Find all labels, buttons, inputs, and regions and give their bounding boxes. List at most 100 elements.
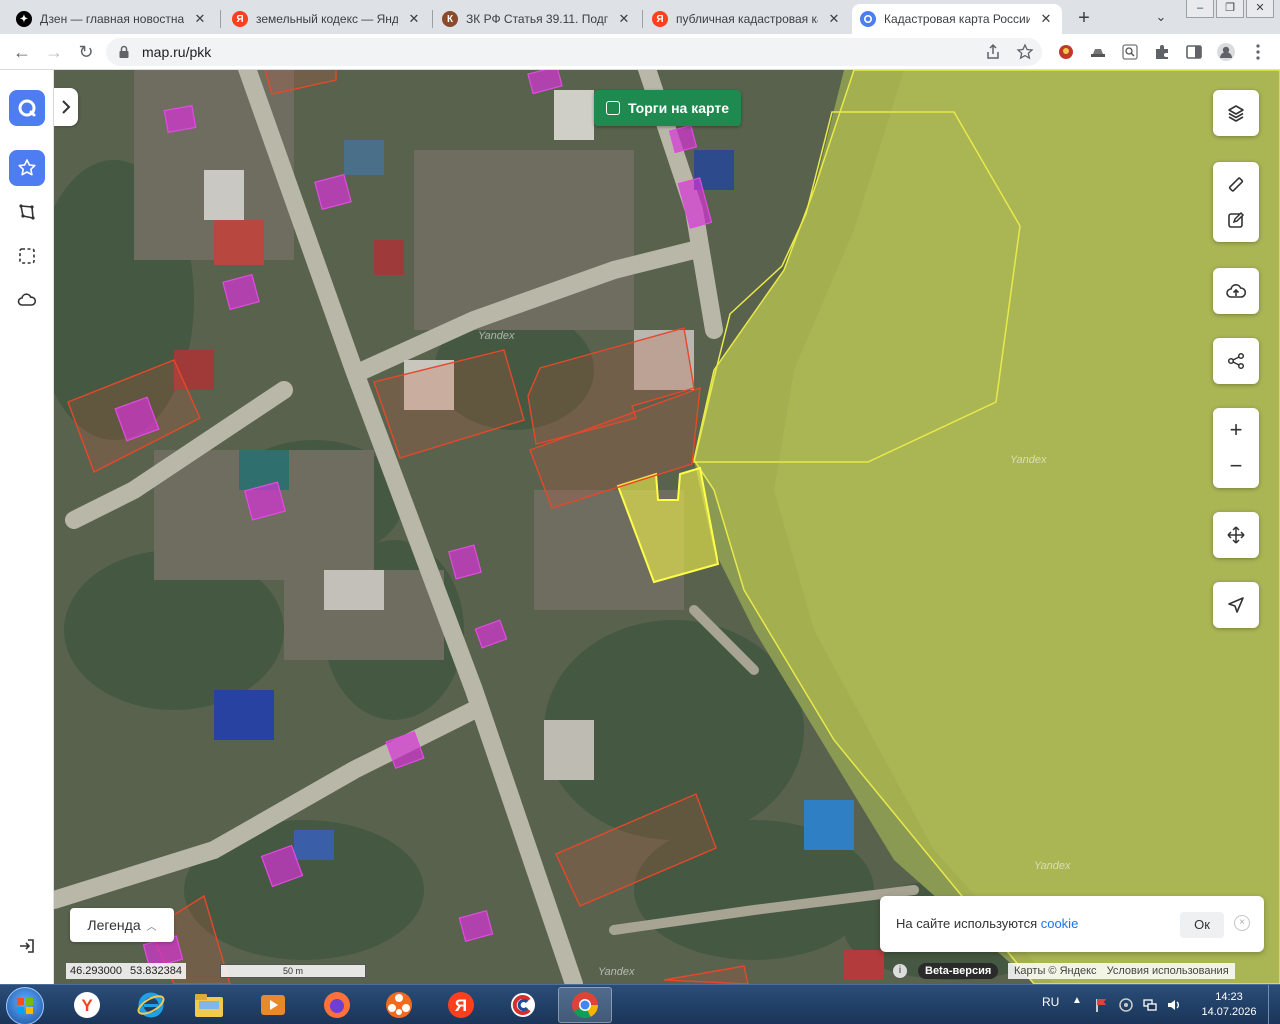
taskbar-ie[interactable] [124,987,178,1023]
locate-button[interactable] [1213,582,1259,628]
zoom-in-button[interactable]: + [1213,412,1259,448]
extension-search-icon[interactable] [1120,42,1140,62]
taskbar-explorer[interactable] [182,987,236,1023]
info-icon[interactable]: i [892,963,908,979]
yandex-browser-icon: Y [74,992,100,1018]
clock-time: 14:23 [1215,991,1243,1003]
select-area-button[interactable] [9,238,45,274]
extensions-puzzle-icon[interactable] [1152,42,1172,62]
close-icon[interactable]: ✕ [406,11,422,27]
upload-control [1213,268,1259,314]
taskbar-media-player[interactable] [246,987,300,1023]
close-window-button[interactable]: ✕ [1246,0,1274,18]
cookie-text: На сайте используются cookie [896,916,1079,931]
browser-menu-icon[interactable] [1248,42,1268,62]
taskbar-clock[interactable]: 14:23 14.07.2026 [1194,990,1264,1020]
close-icon[interactable]: ✕ [1038,11,1054,27]
tab-public-cadastral[interactable]: Я публичная кадастровая ка ✕ [644,4,850,34]
layers-icon [1228,105,1244,122]
extension-avatar-icon[interactable] [1056,42,1076,62]
left-sidebar [0,70,78,984]
cookie-ok-button[interactable]: Ок [1180,912,1224,938]
share-page-icon[interactable] [984,43,1002,61]
close-icon[interactable]: ✕ [192,11,208,27]
logo-icon [18,99,36,117]
new-tab-button[interactable]: + [1072,6,1096,30]
consultant-icon: К [442,11,458,27]
svg-text:Y: Y [81,996,93,1015]
back-arrow-icon[interactable]: ← [10,40,34,64]
language-indicator[interactable]: RU [1042,995,1059,1009]
cadastral-map[interactable]: Yandex Yandex Yandex Yandex Торги на кар… [54,70,1280,984]
taskbar-app[interactable] [372,987,426,1023]
cookie-close-icon[interactable]: × [1234,915,1250,931]
login-button[interactable] [9,928,45,964]
auction-toggle-button[interactable]: Торги на карте [594,90,742,126]
yandex-watermark: Yandex [1034,860,1071,872]
polygon-tool-button[interactable] [9,194,45,230]
restore-button[interactable]: ❐ [1216,0,1244,18]
lock-icon [119,45,129,58]
profile-avatar-icon[interactable] [1216,42,1236,62]
maps-copyright[interactable]: Карты © Яндекс [1014,963,1097,979]
yandex-icon: Я [448,992,474,1018]
tab-cadastral-map[interactable]: Кадастровая карта России ✕ [852,4,1062,34]
bookmark-star-icon[interactable] [1016,43,1034,61]
beta-badge: Beta-версия [918,963,999,979]
move-control [1213,512,1259,558]
sidebar-expand-button[interactable] [54,88,78,126]
reload-icon[interactable]: ↻ [74,40,98,64]
tray-app-icon[interactable] [1118,997,1134,1013]
clock-date: 14.07.2026 [1201,1006,1257,1018]
measure-tools [1213,162,1259,242]
terms-link[interactable]: Условия использования [1107,963,1229,979]
edit-button[interactable] [1213,202,1259,238]
favorites-button[interactable] [9,150,45,186]
taskbar-yandex[interactable]: Я [434,987,488,1023]
auction-checkbox[interactable] [606,101,620,115]
forward-arrow-icon[interactable]: → [42,40,66,64]
move-button[interactable] [1213,512,1259,558]
auction-toggle-label: Торги на карте [628,100,730,116]
ruler-button[interactable] [1213,166,1259,202]
network-icon[interactable] [1142,997,1158,1013]
ruler-icon [1228,177,1244,192]
tab-dzen[interactable]: ✦ Дзен — главная новостная ✕ [8,4,216,34]
minimize-button[interactable]: – [1186,0,1214,18]
share-button[interactable] [1213,338,1259,384]
taskbar-yandex-browser[interactable]: Y [60,987,114,1023]
logo-button[interactable] [9,90,45,126]
volume-icon[interactable] [1166,997,1182,1013]
flag-icon[interactable] [1094,997,1110,1013]
cookie-link[interactable]: cookie [1041,916,1079,931]
tab-search-chevron-icon[interactable]: ⌄ [1150,6,1172,28]
show-desktop-button[interactable] [1268,985,1280,1024]
move-icon [1227,526,1245,544]
extension-hat-icon[interactable] [1088,42,1108,62]
browser-toolbar: ← → ↻ map.ru/pkk [0,34,1280,70]
url-text: map.ru/pkk [142,44,212,60]
locate-control [1213,582,1259,628]
zoom-out-button[interactable]: − [1213,448,1259,484]
cloud-upload-icon [1226,284,1247,298]
side-panel-icon[interactable] [1184,42,1204,62]
tray-expand-icon[interactable]: ▲ [1072,995,1082,1006]
firefox-icon [324,992,350,1018]
cloud-button[interactable] [9,282,45,318]
close-icon[interactable]: ✕ [616,11,632,27]
upload-button[interactable] [1213,268,1259,314]
taskbar-firefox[interactable] [310,987,364,1023]
taskbar-ccleaner[interactable] [496,987,550,1023]
tab-title: публичная кадастровая ка [676,12,818,26]
layers-button[interactable] [1213,90,1259,136]
legend-button[interactable]: Легенда ︿ [70,908,174,942]
start-button[interactable] [6,987,44,1024]
ccleaner-icon [511,993,535,1017]
tab-yandex-land-code[interactable]: Я земельный кодекс — Янде ✕ [224,4,430,34]
taskbar-chrome[interactable] [558,987,612,1023]
app-icon [386,992,412,1018]
address-bar[interactable]: map.ru/pkk [106,38,1042,66]
scale-bar: 50 m [220,964,366,978]
tab-zk-rf[interactable]: К ЗК РФ Статья 39.11. Подгот ✕ [434,4,640,34]
close-icon[interactable]: ✕ [826,11,842,27]
